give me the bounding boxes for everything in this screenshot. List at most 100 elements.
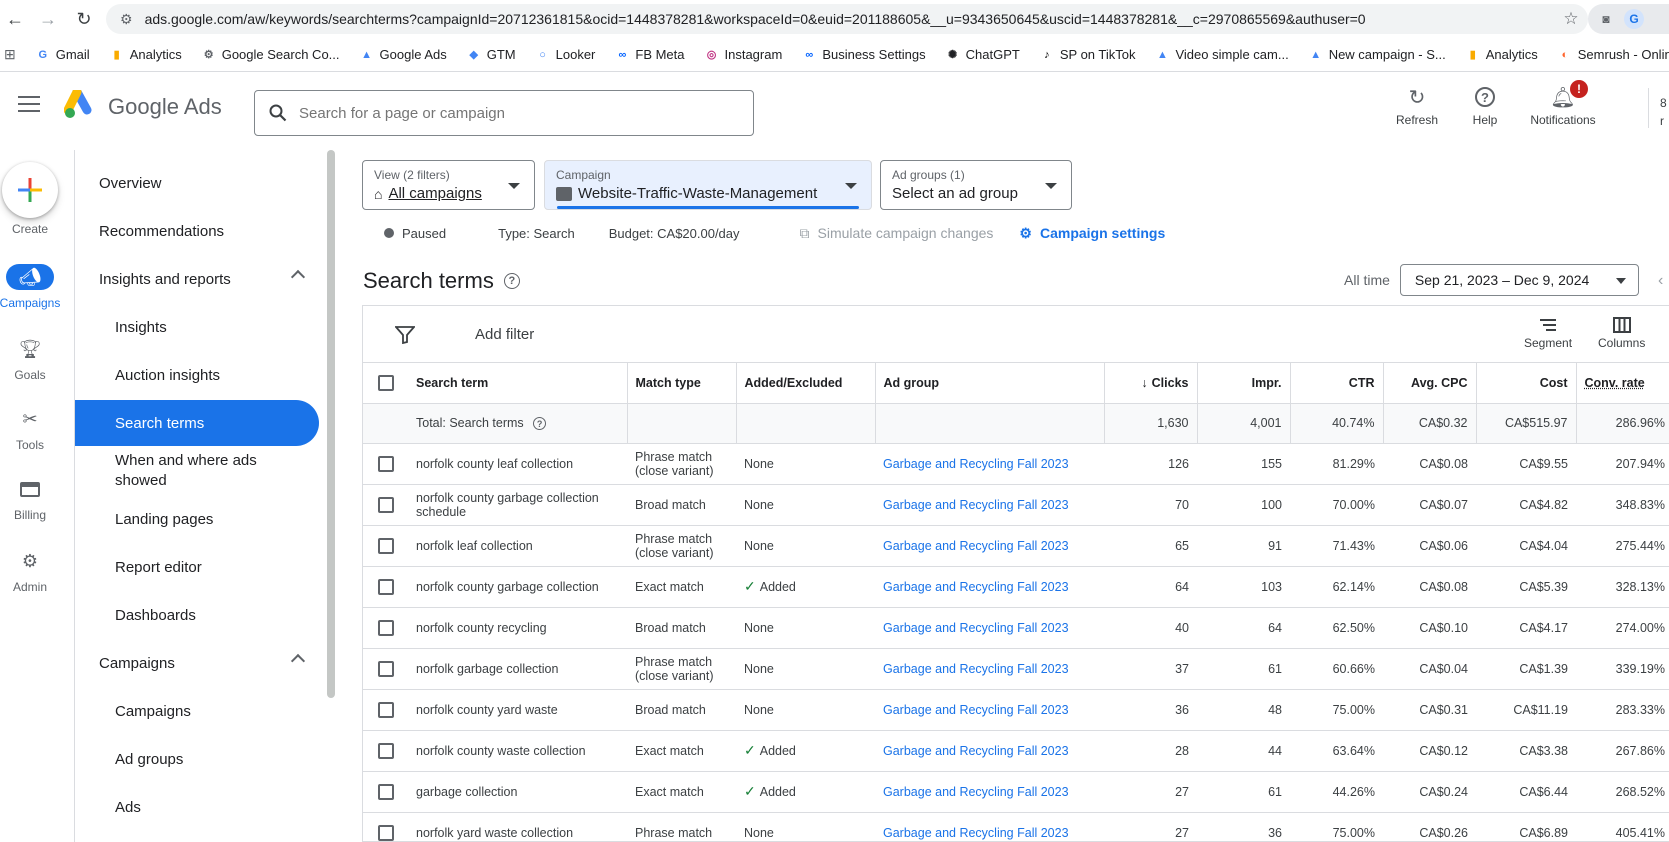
- bookmark-fb-meta[interactable]: ∞ FB Meta: [615, 47, 684, 62]
- ad-groups-selector[interactable]: Ad groups (1) Select an ad group: [880, 160, 1072, 210]
- col-conv-rate[interactable]: Conv. rate: [1576, 363, 1669, 404]
- table-row[interactable]: norfolk county leaf collection Phrase mat…: [363, 443, 1669, 485]
- row-checkbox[interactable]: [377, 496, 394, 513]
- col-cost[interactable]: Cost: [1476, 363, 1577, 404]
- nav-insights[interactable]: Insights: [75, 304, 319, 350]
- date-range-picker[interactable]: Sep 21, 2023 – Dec 9, 2024: [1399, 264, 1639, 296]
- col-search-term[interactable]: Search term: [408, 363, 628, 404]
- chevron-left-icon[interactable]: ‹: [1658, 272, 1663, 290]
- cell-ad-group-link[interactable]: Garbage and Recycling Fall 2023: [875, 525, 1104, 567]
- nav-search-terms[interactable]: Search terms: [75, 400, 319, 446]
- segment-button[interactable]: Segment: [1524, 314, 1572, 350]
- global-search[interactable]: [254, 90, 754, 136]
- row-checkbox[interactable]: [377, 824, 394, 841]
- col-impr[interactable]: Impr.: [1197, 363, 1291, 404]
- nav-insights-and-reports[interactable]: Insights and reports: [75, 256, 319, 302]
- table-row[interactable]: norfolk county garbage collection schedu…: [363, 484, 1669, 526]
- camera-icon[interactable]: ◙: [1596, 9, 1616, 29]
- table-row[interactable]: norfolk county recycling Broad match None G…: [363, 607, 1669, 649]
- refresh-button[interactable]: ↻ Refresh: [1380, 84, 1454, 134]
- nav-when-and-where[interactable]: When and where ads showed: [75, 448, 285, 494]
- rail-item-billing[interactable]: Billing: [0, 476, 60, 522]
- bookmark-business-settings[interactable]: ∞ Business Settings: [802, 47, 925, 62]
- nav-scrollbar[interactable]: [327, 150, 335, 698]
- help-icon[interactable]: ?: [533, 417, 547, 431]
- cell-ad-group-link[interactable]: Garbage and Recycling Fall 2023: [875, 607, 1104, 649]
- bookmark-analytics[interactable]: ▮ Analytics: [110, 47, 182, 62]
- rail-item-admin[interactable]: ⚙ Admin: [0, 548, 60, 595]
- bookmark-gtm[interactable]: ◆ GTM: [467, 47, 516, 62]
- cell-ad-group-link[interactable]: Garbage and Recycling Fall 2023: [875, 484, 1104, 526]
- url-text[interactable]: ads.google.com/aw/keywords/searchterms?c…: [145, 11, 1554, 27]
- cell-ad-group-link[interactable]: Garbage and Recycling Fall 2023: [875, 566, 1104, 608]
- search-input[interactable]: [299, 104, 739, 122]
- address-bar[interactable]: ⚙ ads.google.com/aw/keywords/searchterms…: [106, 4, 1588, 34]
- help-button[interactable]: ? Help: [1454, 84, 1516, 134]
- filter-icon[interactable]: [395, 326, 415, 344]
- row-checkbox[interactable]: [377, 783, 394, 800]
- col-ctr[interactable]: CTR: [1290, 363, 1384, 404]
- nav-overview[interactable]: Overview: [75, 160, 319, 206]
- bookmark-gmail[interactable]: G Gmail: [36, 47, 89, 62]
- nav-dashboards[interactable]: Dashboards: [75, 592, 319, 638]
- campaign-selector[interactable]: Campaign Website-Traffic-Waste-Managemen…: [544, 160, 872, 210]
- rail-item-tools[interactable]: ✂ Tools: [0, 406, 60, 453]
- cell-ad-group-link[interactable]: Garbage and Recycling Fall 2023: [875, 771, 1104, 813]
- simulate-changes-button[interactable]: ⧉ Simulate campaign changes: [800, 225, 994, 242]
- bookmark-google-ads[interactable]: ▲ Google Ads: [360, 47, 447, 62]
- bookmark-looker[interactable]: ○ Looker: [536, 47, 595, 62]
- nav-ad-groups[interactable]: Ad groups: [75, 736, 319, 782]
- col-match-type[interactable]: Match type: [627, 363, 737, 404]
- bookmark-star-icon[interactable]: ☆: [1554, 9, 1588, 29]
- table-row[interactable]: norfolk county yard waste Broad match None…: [363, 689, 1669, 731]
- back-arrow-icon[interactable]: ←: [0, 0, 30, 38]
- apps-grid-icon[interactable]: ⊞: [4, 46, 16, 63]
- table-row[interactable]: norfolk county garbage collection Exact m…: [363, 566, 1669, 608]
- bookmark-chatgpt[interactable]: ✺ ChatGPT: [946, 47, 1020, 62]
- campaign-settings-button[interactable]: ⚙ Campaign settings: [1019, 225, 1165, 242]
- create-button[interactable]: [2, 162, 58, 218]
- rail-item-goals[interactable]: 🏆︎ Goals: [0, 336, 60, 383]
- profile-icon[interactable]: G: [1624, 9, 1644, 29]
- menu-icon[interactable]: [18, 96, 40, 112]
- forward-arrow-icon[interactable]: →: [30, 0, 66, 38]
- nav-campaigns[interactable]: Campaigns: [75, 688, 319, 734]
- row-checkbox[interactable]: [377, 578, 394, 595]
- row-checkbox[interactable]: [377, 742, 394, 759]
- table-row[interactable]: garbage collection Exact match ✓ Added Garba…: [363, 771, 1669, 813]
- bookmark-tiktok[interactable]: ♪ SP on TikTok: [1040, 47, 1135, 62]
- table-row[interactable]: norfolk yard waste collection Phrase matc…: [363, 812, 1669, 841]
- bookmark-new-campaign[interactable]: ▲ New campaign - S...: [1309, 47, 1446, 62]
- nav-auction-insights[interactable]: Auction insights: [75, 352, 319, 398]
- cell-ad-group-link[interactable]: Garbage and Recycling Fall 2023: [875, 443, 1104, 485]
- nav-landing-pages[interactable]: Landing pages: [75, 496, 319, 542]
- cell-ad-group-link[interactable]: Garbage and Recycling Fall 2023: [875, 648, 1104, 690]
- add-filter-button[interactable]: Add filter: [475, 326, 534, 343]
- notifications-button[interactable]: 🔔︎ ! Notifications: [1516, 80, 1610, 134]
- bookmark-analytics-2[interactable]: ▮ Analytics: [1466, 47, 1538, 62]
- col-clicks[interactable]: ↓ Clicks: [1104, 363, 1198, 404]
- rail-item-campaigns[interactable]: 📣︎ Campaigns: [0, 264, 60, 310]
- nav-campaigns-section[interactable]: Campaigns: [75, 640, 319, 686]
- bookmark-video-campaign[interactable]: ▲ Video simple cam...: [1155, 47, 1289, 62]
- select-all-checkbox[interactable]: [377, 374, 394, 391]
- row-checkbox[interactable]: [377, 537, 394, 554]
- cell-ad-group-link[interactable]: Garbage and Recycling Fall 2023: [875, 730, 1104, 772]
- col-avg-cpc[interactable]: Avg. CPC: [1383, 363, 1477, 404]
- row-checkbox[interactable]: [377, 660, 394, 677]
- help-icon[interactable]: ?: [503, 273, 520, 289]
- view-selector[interactable]: View (2 filters) ⌂ All campaigns: [362, 160, 535, 210]
- col-added-excluded[interactable]: Added/Excluded: [736, 363, 876, 404]
- bookmark-search-console[interactable]: ⚙ Google Search Co...: [202, 47, 340, 62]
- nav-report-editor[interactable]: Report editor: [75, 544, 319, 590]
- col-ad-group[interactable]: Ad group: [875, 363, 1105, 404]
- columns-button[interactable]: Columns: [1598, 314, 1645, 350]
- table-row[interactable]: norfolk leaf collection Phrase match (clo…: [363, 525, 1669, 567]
- table-row[interactable]: norfolk county waste collection Exact mat…: [363, 730, 1669, 772]
- row-checkbox[interactable]: [377, 619, 394, 636]
- bookmark-instagram[interactable]: ◎ Instagram: [705, 47, 783, 62]
- site-info-icon[interactable]: ⚙: [120, 11, 133, 28]
- bookmark-semrush[interactable]: ◐Semrush - Online...: [1558, 47, 1669, 62]
- nav-recommendations[interactable]: Recommendations: [75, 208, 319, 254]
- row-checkbox[interactable]: [377, 455, 394, 472]
